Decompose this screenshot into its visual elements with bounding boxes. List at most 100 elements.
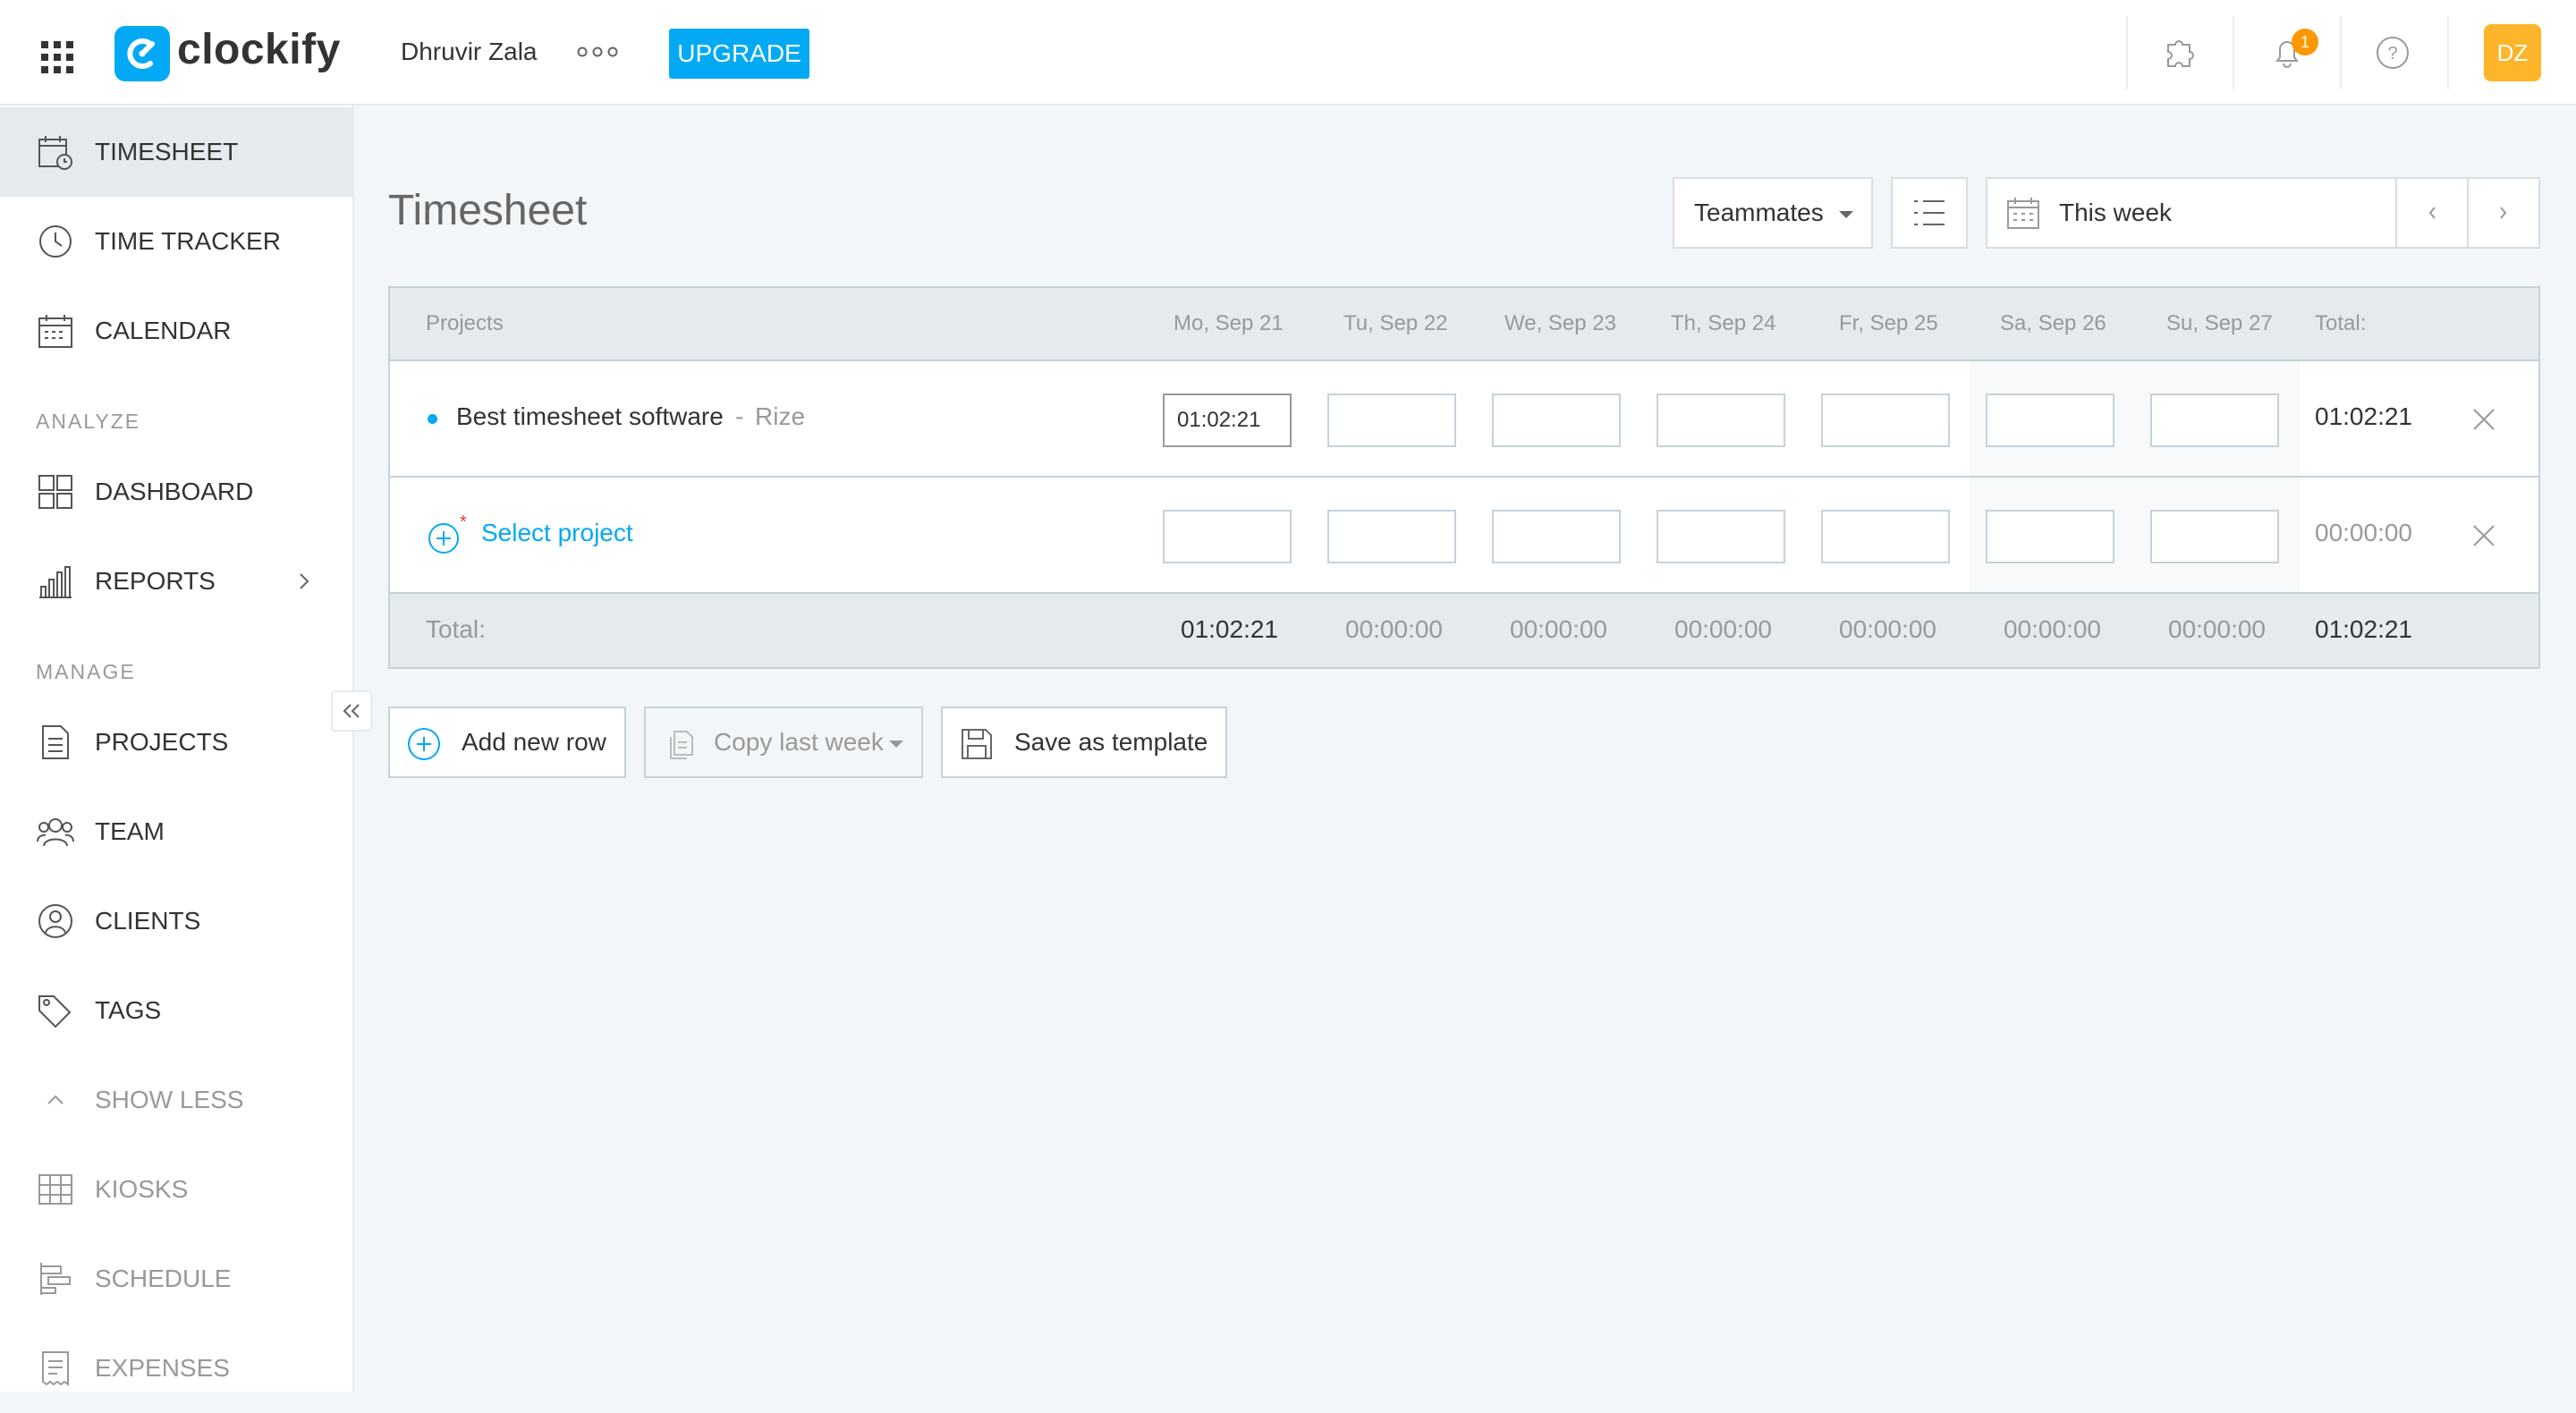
integrations-puzzle-icon[interactable]	[2159, 32, 2200, 73]
add-new-row-button[interactable]: Add new row	[388, 706, 626, 778]
delete-row-icon[interactable]	[2470, 406, 2497, 433]
sidebar-item-expenses[interactable]: EXPENSES	[0, 1324, 352, 1413]
project-color-dot	[428, 414, 437, 424]
sidebar-item-label: DASHBOARD	[95, 478, 254, 505]
upgrade-button[interactable]: UPGRADE	[669, 29, 809, 79]
save-as-template-label: Save as template	[1014, 728, 1208, 756]
save-floppy-icon	[962, 729, 992, 759]
footer-total-label: Total:	[426, 615, 486, 643]
sidebar-item-reports[interactable]: REPORTS	[0, 537, 352, 626]
sidebar-item-projects[interactable]: PROJECTS	[0, 698, 352, 787]
clock-icon	[39, 225, 72, 258]
previous-week-button[interactable]	[2395, 177, 2469, 249]
copy-icon	[670, 731, 693, 759]
sidebar-item-schedule[interactable]: SCHEDULE	[0, 1234, 352, 1324]
time-entry-input[interactable]	[1821, 393, 1950, 447]
next-week-button[interactable]	[2467, 177, 2540, 249]
column-header-total: Total:	[2315, 311, 2367, 335]
time-entry-input[interactable]	[1657, 510, 1785, 563]
time-entry-input[interactable]	[1986, 510, 2114, 563]
sidebar-item-label: REPORTS	[95, 567, 216, 595]
projects-icon	[42, 725, 69, 759]
sidebar-item-clients[interactable]: CLIENTS	[0, 876, 352, 966]
table-row: Best timesheet software - Rize 01:02:21	[390, 361, 2538, 478]
sidebar-item-team[interactable]: TEAM	[0, 787, 352, 876]
day-total: 01:02:21	[1181, 615, 1278, 643]
expenses-icon	[42, 1351, 69, 1386]
dashboard-icon	[38, 475, 72, 509]
client-name: Rize	[755, 402, 806, 430]
row-total: 01:02:21	[2315, 402, 2412, 430]
project-name[interactable]: Best timesheet software	[456, 402, 724, 431]
sidebar-item-label: EXPENSES	[95, 1354, 230, 1382]
workspace-name[interactable]: Dhruvir Zala	[401, 38, 537, 66]
project-separator: -	[735, 402, 744, 430]
clockify-logo-icon[interactable]	[114, 26, 170, 81]
time-entry-input[interactable]	[1327, 393, 1456, 447]
teammates-label: Teammates	[1694, 199, 1824, 226]
column-header-day: Mo, Sep 21	[1174, 311, 1284, 335]
list-view-button[interactable]	[1891, 177, 1968, 249]
time-entry-input[interactable]	[1327, 510, 1456, 563]
row-total: 00:00:00	[2315, 519, 2412, 546]
sidebar: TIMESHEET TIME TRACKER CALENDAR ANALYZE …	[0, 106, 354, 1392]
caret-down-icon	[889, 740, 903, 748]
more-options-icon[interactable]	[576, 43, 621, 61]
time-entry-input[interactable]	[1492, 393, 1621, 447]
time-entry-input[interactable]	[1492, 510, 1621, 563]
calendar-icon	[38, 315, 72, 348]
save-as-template-button[interactable]: Save as template	[941, 706, 1227, 778]
notification-badge: 1	[2292, 29, 2318, 55]
show-less-toggle[interactable]: SHOW LESS	[0, 1055, 352, 1145]
day-total: 00:00:00	[2004, 615, 2101, 643]
week-picker[interactable]: This week	[1986, 177, 2397, 249]
delete-row-icon[interactable]	[2470, 522, 2497, 549]
app-grid-icon[interactable]	[41, 41, 73, 73]
time-entry-input[interactable]	[2150, 393, 2279, 447]
sidebar-item-timesheet[interactable]: TIMESHEET	[0, 107, 352, 197]
chevron-up-icon	[47, 1095, 64, 1104]
time-entry-input[interactable]	[1821, 510, 1950, 563]
timesheet-table: Projects Mo, Sep 21 Tu, Sep 22 We, Sep 2…	[388, 286, 2540, 669]
time-entry-input[interactable]	[1163, 393, 1292, 447]
sidebar-item-tags[interactable]: TAGS	[0, 966, 352, 1055]
day-total: 00:00:00	[2168, 615, 2266, 643]
kiosk-icon	[38, 1174, 72, 1205]
list-view-icon	[1914, 200, 1945, 225]
chevron-left-icon	[2428, 207, 2436, 219]
chevron-right-icon	[300, 573, 309, 589]
day-total: 00:00:00	[1510, 615, 1607, 643]
sidebar-item-time-tracker[interactable]: TIME TRACKER	[0, 197, 352, 286]
select-project-button[interactable]: * Select project	[426, 515, 694, 556]
svg-text:*: *	[460, 515, 467, 532]
sidebar-item-label: PROJECTS	[95, 728, 229, 756]
sidebar-item-kiosks[interactable]: KIOSKS	[0, 1145, 352, 1234]
schedule-icon	[40, 1263, 71, 1295]
chevron-right-icon	[2500, 207, 2507, 219]
collapse-sidebar-button[interactable]	[331, 690, 372, 732]
sidebar-item-label: CLIENTS	[95, 907, 201, 935]
teammates-dropdown[interactable]: Teammates	[1673, 177, 1873, 249]
header-divider	[2447, 16, 2449, 89]
sidebar-item-label: TAGS	[95, 996, 162, 1024]
caret-down-icon	[1839, 211, 1853, 218]
sidebar-item-label: TIMESHEET	[95, 138, 239, 165]
column-header-day: Tu, Sep 22	[1343, 311, 1448, 335]
time-entry-input[interactable]	[2150, 510, 2279, 563]
add-new-row-label: Add new row	[462, 728, 606, 756]
time-entry-input[interactable]	[1657, 393, 1785, 447]
grand-total: 01:02:21	[2315, 615, 2412, 643]
add-circle-icon	[408, 728, 440, 760]
time-entry-input[interactable]	[1163, 510, 1292, 563]
header-divider	[2233, 16, 2234, 89]
help-question-icon[interactable]: ?	[2372, 32, 2413, 73]
user-avatar[interactable]: DZ	[2484, 24, 2541, 81]
copy-last-week-button[interactable]: Copy last week	[644, 706, 923, 778]
time-entry-input[interactable]	[1986, 393, 2114, 447]
sidebar-item-calendar[interactable]: CALENDAR	[0, 286, 352, 376]
day-total: 00:00:00	[1674, 615, 1772, 643]
column-header-day: Th, Sep 24	[1671, 311, 1776, 335]
sidebar-item-dashboard[interactable]: DASHBOARD	[0, 447, 352, 537]
column-header-day: Fr, Sep 25	[1839, 311, 1938, 335]
logo-text[interactable]: clockify	[177, 25, 341, 74]
